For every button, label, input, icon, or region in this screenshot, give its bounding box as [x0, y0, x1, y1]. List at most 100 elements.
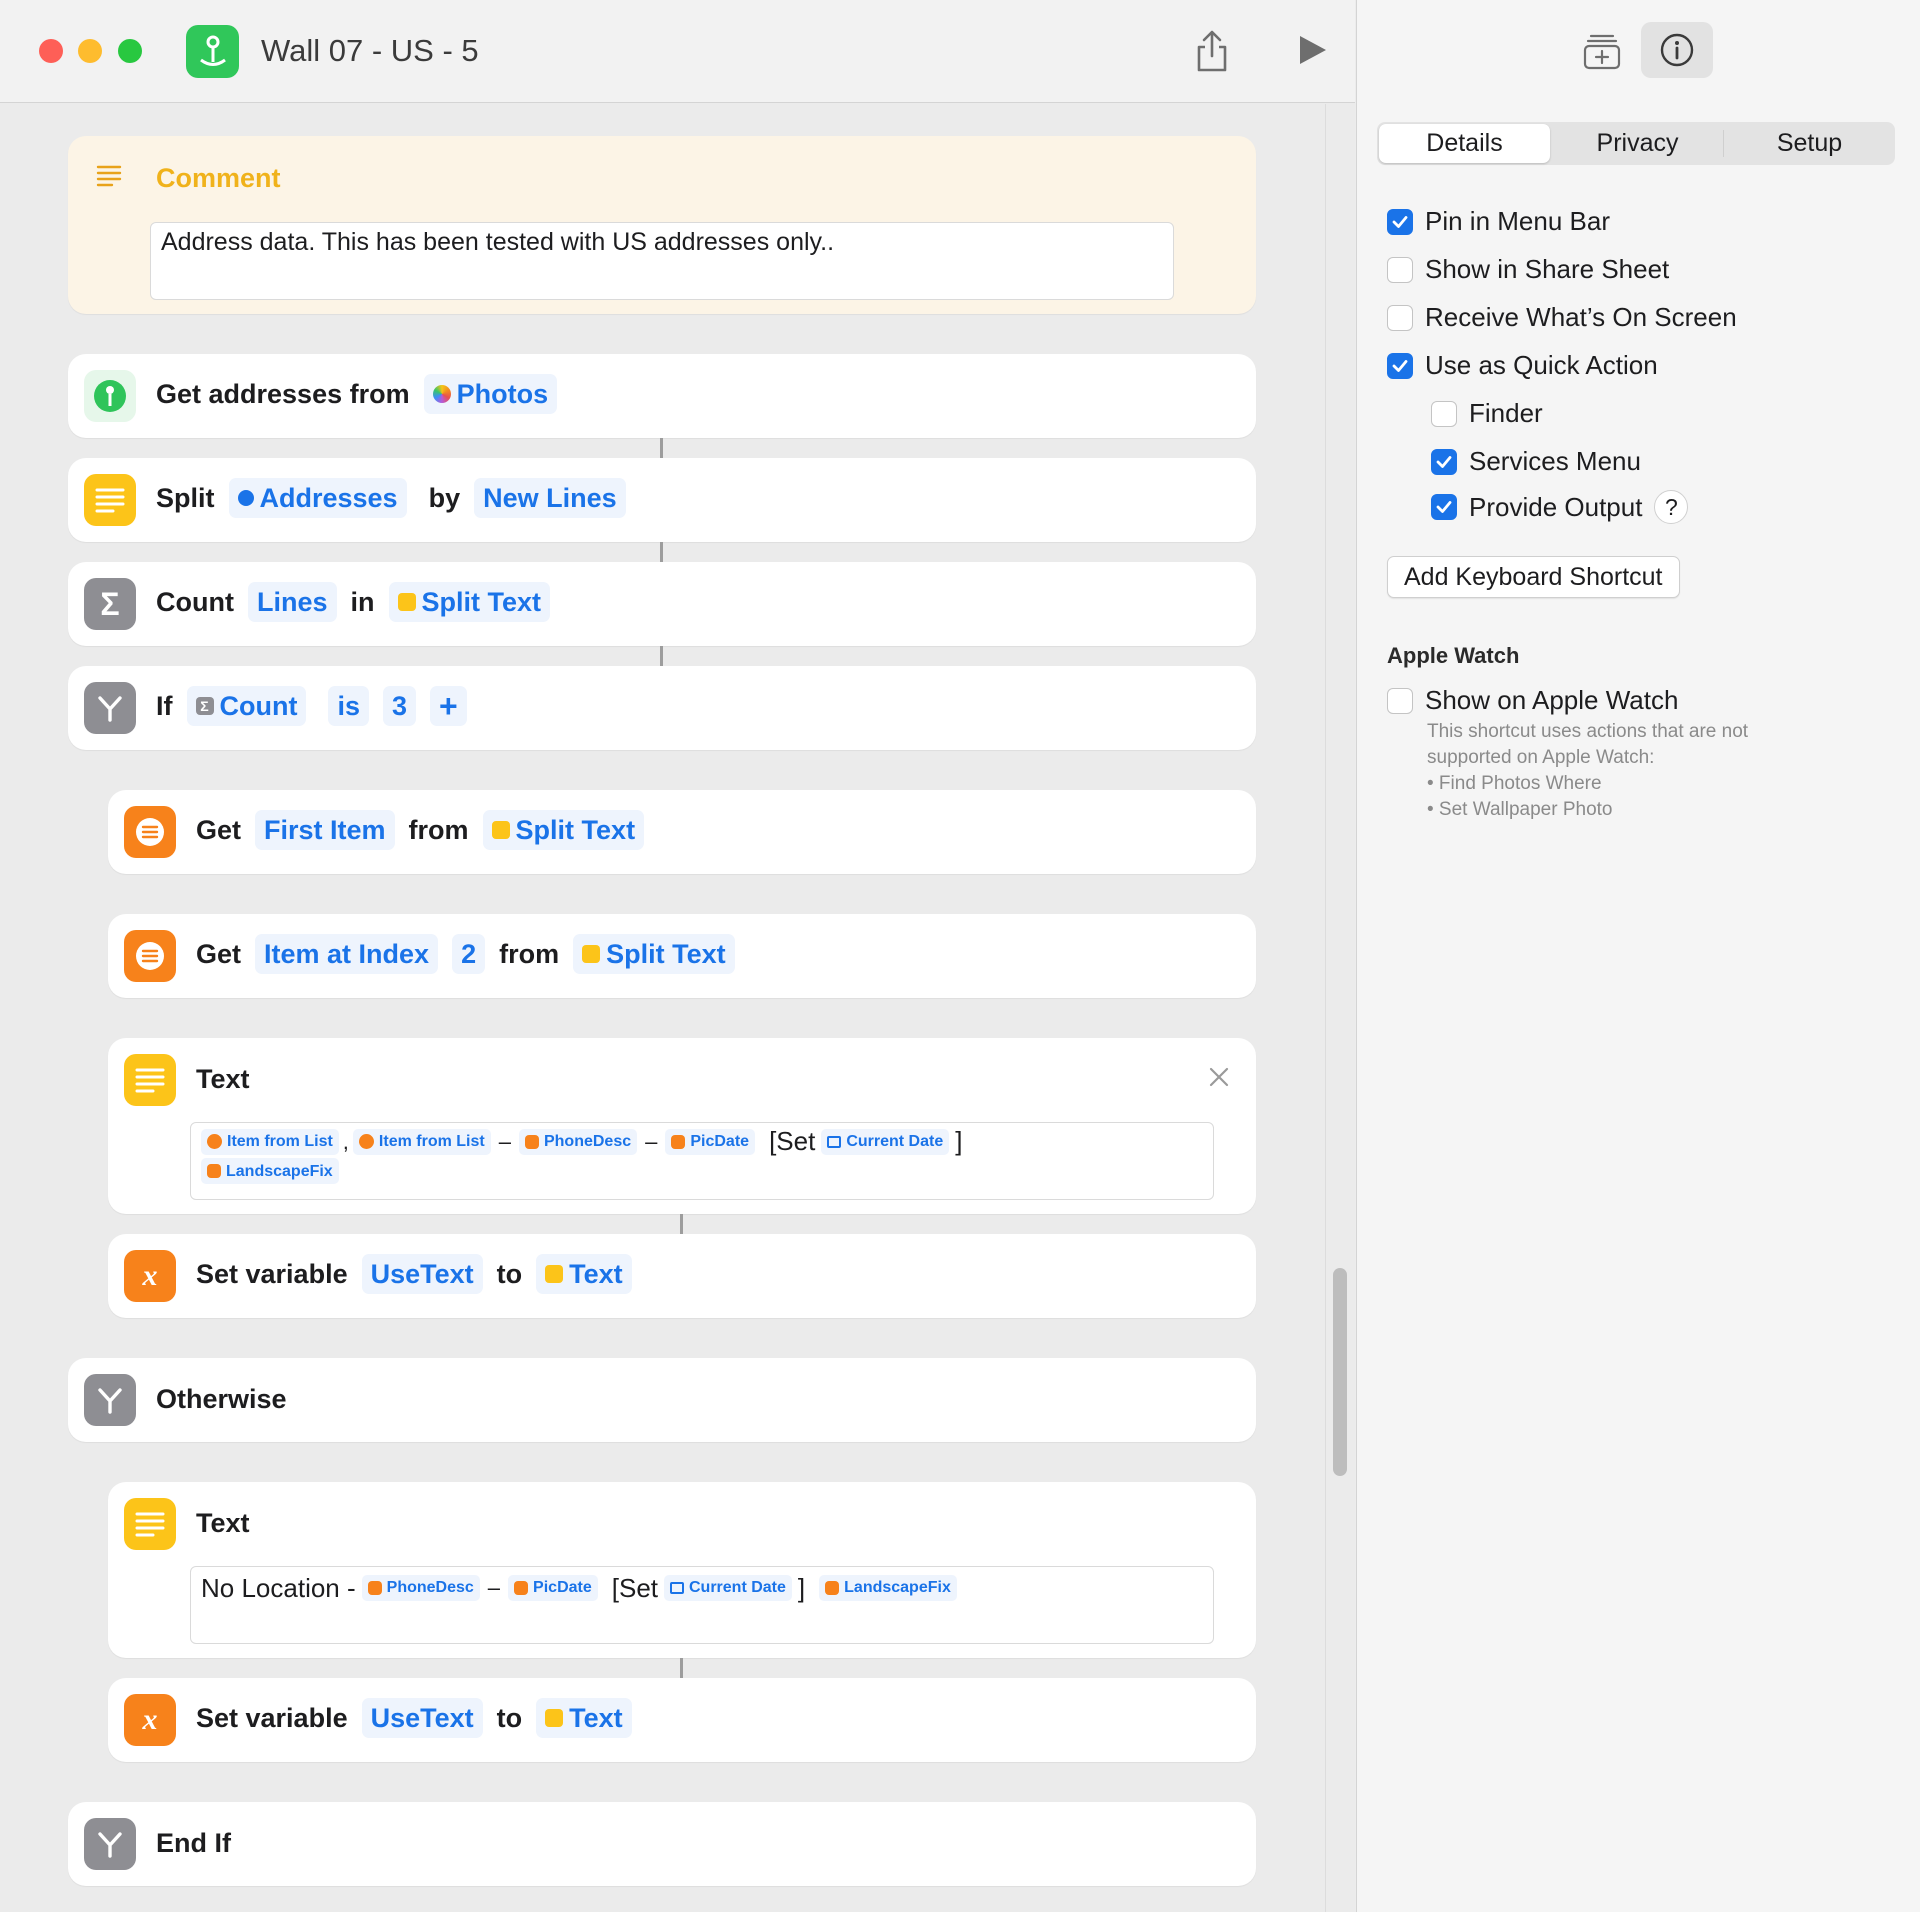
get-first-item-action[interactable]: Get First Item from Split Text	[108, 790, 1256, 874]
text-field[interactable]: No Location - PhoneDesc – PicDate [Set Curren…	[190, 1566, 1214, 1644]
by-label: by	[428, 482, 461, 513]
action-verb: Split	[156, 482, 215, 513]
option-label: Provide Output	[1469, 491, 1643, 522]
otherwise-action[interactable]: Otherwise	[68, 1358, 1256, 1442]
count-variable-token[interactable]: Σ Count	[186, 686, 307, 726]
checkbox[interactable]	[1387, 208, 1413, 235]
checkbox[interactable]	[1431, 400, 1457, 427]
get-item-at-index-action[interactable]: Get Item at Index 2 from Split Text	[108, 914, 1256, 998]
dash: –	[498, 1129, 511, 1155]
if-action[interactable]: If Σ Count is 3 +	[68, 666, 1256, 750]
set-variable-action[interactable]: x Set variable UseText to Text	[108, 1234, 1256, 1318]
variable-icon	[524, 1134, 539, 1149]
option-services-menu[interactable]: Services Menu	[1431, 446, 1641, 477]
current-date-token[interactable]: Current Date	[821, 1128, 950, 1155]
option-receive-on-screen[interactable]: Receive What’s On Screen	[1387, 302, 1737, 333]
tab-setup[interactable]: Setup	[1724, 122, 1895, 165]
text-token[interactable]: Text	[536, 1254, 632, 1294]
variable-name-token[interactable]: UseText	[361, 1698, 483, 1738]
dash: –	[487, 1575, 501, 1600]
landscapefix-token[interactable]: LandscapeFix	[819, 1575, 957, 1601]
text-action[interactable]: Text No Location - PhoneDesc – PicDate [Set C…	[108, 1482, 1256, 1658]
tab-details[interactable]: Details	[1379, 124, 1550, 163]
option-finder[interactable]: Finder	[1431, 398, 1543, 429]
item-token[interactable]: Item at Index	[255, 934, 439, 974]
add-keyboard-shortcut-button[interactable]: Add Keyboard Shortcut	[1387, 556, 1680, 598]
share-icon[interactable]	[1192, 28, 1232, 74]
get-addresses-action[interactable]: Get addresses from Photos	[68, 354, 1256, 438]
landscapefix-token[interactable]: LandscapeFix	[201, 1158, 339, 1185]
item-from-list-token[interactable]: Item from List	[352, 1128, 491, 1155]
set-variable-action[interactable]: x Set variable UseText to Text	[108, 1678, 1256, 1762]
count-action[interactable]: Σ Count Lines in Split Text	[68, 562, 1256, 646]
option-pin-in-menu-bar[interactable]: Pin in Menu Bar	[1387, 206, 1610, 237]
value-token[interactable]: 3	[383, 686, 417, 726]
close-bracket: ]	[797, 1573, 806, 1603]
checkbox[interactable]	[1387, 304, 1413, 331]
index-token[interactable]: 2	[452, 934, 486, 974]
close-window-button[interactable]	[39, 39, 63, 63]
text-action[interactable]: Text Item from List, Item from List – Phone…	[108, 1038, 1256, 1214]
picdate-token[interactable]: PicDate	[508, 1575, 598, 1601]
checkbox[interactable]	[1387, 687, 1413, 714]
checkbox[interactable]	[1387, 256, 1413, 283]
tab-privacy[interactable]: Privacy	[1552, 129, 1724, 157]
option-quick-action[interactable]: Use as Quick Action	[1387, 350, 1658, 381]
list-icon	[124, 930, 176, 982]
window-title: Wall 07 - US - 5	[261, 33, 479, 68]
item-from-list-token[interactable]: Item from List	[201, 1128, 339, 1155]
unsupported-action-item: • Set Wallpaper Photo	[1427, 799, 1613, 820]
to-label: to	[496, 1702, 523, 1733]
dash: –	[645, 1129, 658, 1155]
action-title: Otherwise	[156, 1384, 287, 1414]
option-show-in-share-sheet[interactable]: Show in Share Sheet	[1387, 254, 1669, 285]
condition-token[interactable]: is	[328, 686, 369, 726]
checkbox[interactable]	[1431, 448, 1457, 475]
text-field[interactable]: Item from List, Item from List – PhoneDesc –…	[190, 1122, 1214, 1200]
end-if-action[interactable]: End If	[68, 1802, 1256, 1886]
close-bracket: ]	[955, 1126, 963, 1157]
text-token[interactable]: Text	[536, 1698, 632, 1738]
current-date-token[interactable]: Current Date	[664, 1575, 792, 1601]
comment-text: Address data. This has been tested with …	[161, 228, 835, 256]
picdate-token[interactable]: PicDate	[665, 1128, 756, 1155]
item-token[interactable]: First Item	[255, 810, 395, 850]
phonedesc-token[interactable]: PhoneDesc	[518, 1128, 638, 1155]
comment-action[interactable]: Comment Address data. This has been test…	[68, 136, 1256, 314]
count-type-token[interactable]: Lines	[247, 582, 337, 622]
action-list: Comment Address data. This has been test…	[0, 104, 1325, 1912]
branch-icon	[84, 682, 136, 734]
split-text-token[interactable]: Split Text	[573, 934, 735, 974]
minimize-window-button[interactable]	[78, 39, 102, 63]
action-library-icon[interactable]	[1581, 30, 1623, 72]
zoom-window-button[interactable]	[118, 39, 142, 63]
option-label: Show in Share Sheet	[1425, 254, 1670, 284]
addresses-token[interactable]: Addresses	[228, 478, 407, 518]
separator-token[interactable]: New Lines	[474, 478, 626, 518]
split-text-token[interactable]: Split Text	[482, 810, 645, 850]
info-icon[interactable]	[1641, 22, 1713, 78]
split-action[interactable]: Split Addresses by New Lines	[68, 458, 1256, 542]
add-condition-button[interactable]: +	[430, 686, 467, 726]
scrollbar-track[interactable]	[1325, 104, 1355, 1912]
comment-label: Comment	[156, 163, 281, 193]
split-text-token[interactable]: Split Text	[388, 582, 551, 622]
remove-action-icon[interactable]	[1208, 1066, 1230, 1093]
comment-text-field[interactable]: Address data. This has been tested with …	[150, 222, 1174, 300]
help-button[interactable]: ?	[1654, 490, 1689, 524]
phonedesc-token[interactable]: PhoneDesc	[361, 1575, 480, 1601]
checkbox[interactable]	[1431, 494, 1457, 520]
checkbox[interactable]	[1387, 352, 1413, 379]
action-title: Text	[196, 1508, 250, 1538]
play-icon[interactable]	[1292, 30, 1332, 70]
option-show-on-apple-watch[interactable]: Show on Apple Watch	[1387, 685, 1678, 716]
apple-watch-heading: Apple Watch	[1387, 643, 1520, 668]
variable-name-token[interactable]: UseText	[361, 1254, 483, 1294]
scrollbar-thumb[interactable]	[1333, 1268, 1347, 1476]
list-icon	[124, 806, 176, 858]
shortcut-icon[interactable]	[186, 25, 239, 78]
text-variable-icon	[582, 945, 601, 963]
variable-x-icon: x	[124, 1250, 176, 1302]
option-provide-output[interactable]: Provide Output ?	[1431, 490, 1689, 524]
photos-token[interactable]: Photos	[423, 374, 558, 414]
